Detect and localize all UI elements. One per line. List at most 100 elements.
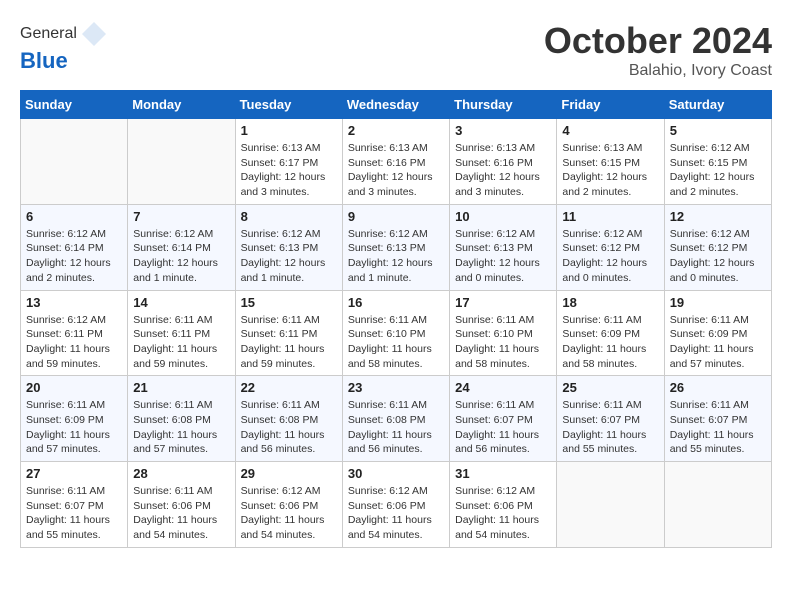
calendar-day-cell: 19 Sunrise: 6:11 AM Sunset: 6:09 PM Dayli… <box>664 290 771 376</box>
day-info: Sunrise: 6:11 AM Sunset: 6:10 PM Dayligh… <box>348 313 444 372</box>
day-number: 1 <box>241 123 337 138</box>
day-of-week-header: Monday <box>128 91 235 119</box>
calendar-day-cell: 17 Sunrise: 6:11 AM Sunset: 6:10 PM Dayli… <box>450 290 557 376</box>
day-number: 9 <box>348 209 444 224</box>
day-info: Sunrise: 6:11 AM Sunset: 6:09 PM Dayligh… <box>26 398 122 457</box>
day-number: 3 <box>455 123 551 138</box>
calendar-day-cell: 28Sunrise: 6:11 AM Sunset: 6:06 PM Dayli… <box>128 462 235 548</box>
day-number: 22 <box>241 380 337 395</box>
day-info: Sunrise: 6:11 AM Sunset: 6:11 PM Dayligh… <box>133 313 229 372</box>
day-info: Sunrise: 6:11 AM Sunset: 6:08 PM Dayligh… <box>241 398 337 457</box>
calendar-day-cell: 15 Sunrise: 6:11 AM Sunset: 6:11 PM Dayli… <box>235 290 342 376</box>
day-number: 26 <box>670 380 766 395</box>
calendar-day-cell: 3 Sunrise: 6:13 AM Sunset: 6:16 PM Daylig… <box>450 119 557 205</box>
calendar-day-cell <box>557 462 664 548</box>
calendar-day-cell: 21 Sunrise: 6:11 AM Sunset: 6:08 PM Dayli… <box>128 376 235 462</box>
calendar-table: SundayMondayTuesdayWednesdayThursdayFrid… <box>20 90 772 548</box>
calendar-day-cell: 8 Sunrise: 6:12 AM Sunset: 6:13 PM Daylig… <box>235 204 342 290</box>
day-number: 27 <box>26 466 122 481</box>
day-number: 11 <box>562 209 658 224</box>
day-info: Sunrise: 6:12 AM Sunset: 6:11 PM Dayligh… <box>26 313 122 372</box>
day-info: Sunrise: 6:11 AM Sunset: 6:09 PM Dayligh… <box>670 313 766 372</box>
calendar-day-cell: 9 Sunrise: 6:12 AM Sunset: 6:13 PM Daylig… <box>342 204 449 290</box>
calendar-day-cell: 23 Sunrise: 6:11 AM Sunset: 6:08 PM Dayli… <box>342 376 449 462</box>
calendar-day-cell: 24Sunrise: 6:11 AM Sunset: 6:07 PM Dayli… <box>450 376 557 462</box>
day-info: Sunrise: 6:11 AM Sunset: 6:08 PM Dayligh… <box>133 398 229 457</box>
day-number: 18 <box>562 295 658 310</box>
day-number: 24 <box>455 380 551 395</box>
day-info: Sunrise: 6:12 AM Sunset: 6:12 PM Dayligh… <box>562 227 658 286</box>
calendar-day-cell: 27Sunrise: 6:11 AM Sunset: 6:07 PM Dayli… <box>21 462 128 548</box>
logo-general-text: General <box>20 25 77 43</box>
day-number: 29 <box>241 466 337 481</box>
calendar-day-cell: 16 Sunrise: 6:11 AM Sunset: 6:10 PM Dayli… <box>342 290 449 376</box>
calendar-day-cell: 10Sunrise: 6:12 AM Sunset: 6:13 PM Dayli… <box>450 204 557 290</box>
day-number: 2 <box>348 123 444 138</box>
day-info: Sunrise: 6:12 AM Sunset: 6:15 PM Dayligh… <box>670 141 766 200</box>
calendar-day-cell <box>128 119 235 205</box>
day-info: Sunrise: 6:12 AM Sunset: 6:12 PM Dayligh… <box>670 227 766 286</box>
day-info: Sunrise: 6:12 AM Sunset: 6:06 PM Dayligh… <box>348 484 444 543</box>
day-number: 5 <box>670 123 766 138</box>
day-info: Sunrise: 6:12 AM Sunset: 6:14 PM Dayligh… <box>133 227 229 286</box>
day-info: Sunrise: 6:11 AM Sunset: 6:08 PM Dayligh… <box>348 398 444 457</box>
day-number: 21 <box>133 380 229 395</box>
day-number: 25 <box>562 380 658 395</box>
day-of-week-header: Sunday <box>21 91 128 119</box>
day-info: Sunrise: 6:11 AM Sunset: 6:07 PM Dayligh… <box>670 398 766 457</box>
calendar-day-cell <box>664 462 771 548</box>
day-of-week-header: Thursday <box>450 91 557 119</box>
calendar-week-row: 1Sunrise: 6:13 AM Sunset: 6:17 PM Daylig… <box>21 119 772 205</box>
calendar-day-cell: 14 Sunrise: 6:11 AM Sunset: 6:11 PM Dayli… <box>128 290 235 376</box>
day-info: Sunrise: 6:12 AM Sunset: 6:14 PM Dayligh… <box>26 227 122 286</box>
title-block: October 2024 Balahio, Ivory Coast <box>544 20 772 80</box>
calendar-day-cell: 26 Sunrise: 6:11 AM Sunset: 6:07 PM Dayli… <box>664 376 771 462</box>
day-info: Sunrise: 6:12 AM Sunset: 6:06 PM Dayligh… <box>455 484 551 543</box>
logo: General Blue <box>20 20 108 74</box>
calendar-day-cell: 13 Sunrise: 6:12 AM Sunset: 6:11 PM Dayli… <box>21 290 128 376</box>
day-info: Sunrise: 6:11 AM Sunset: 6:07 PM Dayligh… <box>562 398 658 457</box>
day-number: 20 <box>26 380 122 395</box>
calendar-week-row: 20 Sunrise: 6:11 AM Sunset: 6:09 PM Dayli… <box>21 376 772 462</box>
month-year-title: October 2024 <box>544 20 772 62</box>
day-info: Sunrise: 6:12 AM Sunset: 6:13 PM Dayligh… <box>348 227 444 286</box>
day-number: 14 <box>133 295 229 310</box>
day-number: 19 <box>670 295 766 310</box>
calendar-day-cell: 11 Sunrise: 6:12 AM Sunset: 6:12 PM Dayli… <box>557 204 664 290</box>
calendar-day-cell: 5 Sunrise: 6:12 AM Sunset: 6:15 PM Daylig… <box>664 119 771 205</box>
page-header: General Blue October 2024 Balahio, Ivory… <box>20 20 772 80</box>
calendar-week-row: 13 Sunrise: 6:12 AM Sunset: 6:11 PM Dayli… <box>21 290 772 376</box>
calendar-day-cell: 6 Sunrise: 6:12 AM Sunset: 6:14 PM Daylig… <box>21 204 128 290</box>
logo-icon <box>80 20 108 48</box>
day-info: Sunrise: 6:11 AM Sunset: 6:06 PM Dayligh… <box>133 484 229 543</box>
day-number: 15 <box>241 295 337 310</box>
location-subtitle: Balahio, Ivory Coast <box>544 62 772 80</box>
day-info: Sunrise: 6:11 AM Sunset: 6:10 PM Dayligh… <box>455 313 551 372</box>
calendar-header-row: SundayMondayTuesdayWednesdayThursdayFrid… <box>21 91 772 119</box>
day-info: Sunrise: 6:13 AM Sunset: 6:16 PM Dayligh… <box>455 141 551 200</box>
calendar-day-cell: 22 Sunrise: 6:11 AM Sunset: 6:08 PM Dayli… <box>235 376 342 462</box>
calendar-week-row: 27Sunrise: 6:11 AM Sunset: 6:07 PM Dayli… <box>21 462 772 548</box>
day-info: Sunrise: 6:13 AM Sunset: 6:16 PM Dayligh… <box>348 141 444 200</box>
day-info: Sunrise: 6:11 AM Sunset: 6:11 PM Dayligh… <box>241 313 337 372</box>
calendar-day-cell <box>21 119 128 205</box>
calendar-day-cell: 18Sunrise: 6:11 AM Sunset: 6:09 PM Dayli… <box>557 290 664 376</box>
day-number: 16 <box>348 295 444 310</box>
day-of-week-header: Tuesday <box>235 91 342 119</box>
day-number: 4 <box>562 123 658 138</box>
day-number: 6 <box>26 209 122 224</box>
day-info: Sunrise: 6:12 AM Sunset: 6:13 PM Dayligh… <box>455 227 551 286</box>
day-number: 30 <box>348 466 444 481</box>
day-number: 23 <box>348 380 444 395</box>
day-number: 17 <box>455 295 551 310</box>
day-info: Sunrise: 6:12 AM Sunset: 6:13 PM Dayligh… <box>241 227 337 286</box>
day-number: 8 <box>241 209 337 224</box>
calendar-week-row: 6 Sunrise: 6:12 AM Sunset: 6:14 PM Daylig… <box>21 204 772 290</box>
calendar-day-cell: 7Sunrise: 6:12 AM Sunset: 6:14 PM Daylig… <box>128 204 235 290</box>
day-of-week-header: Wednesday <box>342 91 449 119</box>
calendar-day-cell: 2 Sunrise: 6:13 AM Sunset: 6:16 PM Daylig… <box>342 119 449 205</box>
day-number: 31 <box>455 466 551 481</box>
calendar-day-cell: 30 Sunrise: 6:12 AM Sunset: 6:06 PM Dayli… <box>342 462 449 548</box>
day-number: 13 <box>26 295 122 310</box>
day-info: Sunrise: 6:13 AM Sunset: 6:15 PM Dayligh… <box>562 141 658 200</box>
